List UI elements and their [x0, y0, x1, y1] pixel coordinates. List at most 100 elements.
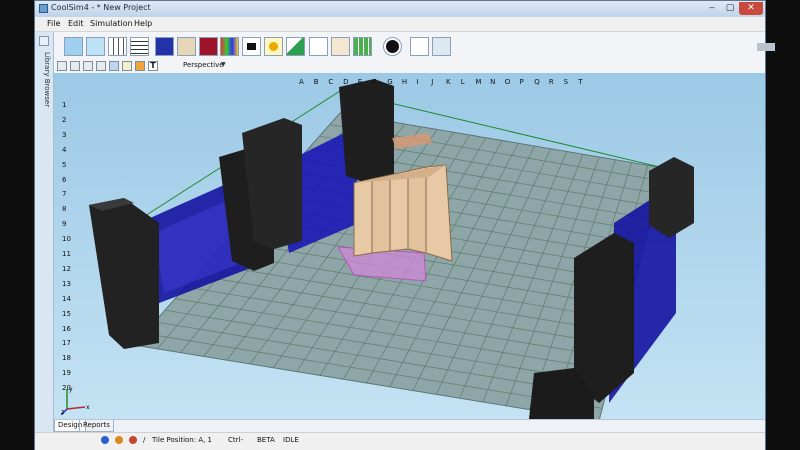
crac-unit-right-back: [649, 157, 694, 238]
status-separator: /: [143, 436, 146, 444]
server-panel-icon[interactable]: [331, 37, 350, 56]
menu-edit[interactable]: Edit: [68, 19, 84, 28]
desktop-background-right: [766, 0, 800, 450]
row-label: 5: [62, 160, 67, 169]
z-axis-label: z: [61, 409, 64, 415]
orange-icon[interactable]: [135, 61, 145, 71]
column-label: M: [475, 78, 482, 86]
tile-position: Tile Position: A, 1: [152, 436, 213, 444]
light-icon[interactable]: [122, 61, 132, 71]
row-label: 19: [62, 369, 71, 378]
menu-help[interactable]: Help: [134, 19, 152, 28]
save-icon[interactable]: [70, 61, 80, 71]
row-label: 12: [62, 264, 71, 273]
menu-file[interactable]: File: [47, 19, 60, 28]
rack-row: [353, 164, 453, 262]
grid-view-icon[interactable]: [108, 37, 127, 56]
title-bar[interactable]: CoolSim4 - * New Project ‒ ▢ ✕: [35, 1, 765, 17]
status-bar: / Tile Position: A, 1 Ctrl- BETA IDLE: [35, 432, 765, 450]
y-axis-label: y: [69, 386, 73, 393]
column-label: N: [490, 78, 496, 86]
row-label: 3: [62, 130, 67, 139]
column-label: K: [446, 78, 451, 86]
column-label: P: [519, 78, 524, 86]
row-label: 6: [62, 175, 67, 184]
rack-2: [371, 174, 391, 254]
split-view-icon[interactable]: [86, 37, 105, 56]
blue-rack-icon[interactable]: [155, 37, 174, 56]
red-rack-icon[interactable]: [199, 37, 218, 56]
grid-chart-icon[interactable]: [286, 37, 305, 56]
home-icon[interactable]: [83, 61, 93, 71]
color-palette-icon[interactable]: [220, 37, 239, 56]
crac-unit-left: [89, 198, 159, 349]
row-label: 18: [62, 354, 71, 363]
single-tile-icon[interactable]: [64, 37, 83, 56]
sun-icon[interactable]: [264, 37, 283, 56]
row-label: 2: [62, 115, 67, 124]
menu-simulation[interactable]: Simulation: [90, 19, 133, 28]
server-list-icon[interactable]: [130, 37, 149, 56]
rack-4: [407, 166, 427, 254]
ctrl-indicator: Ctrl-: [228, 436, 243, 444]
lock-icon[interactable]: [57, 61, 67, 71]
row-label: 13: [62, 279, 71, 288]
column-label: A: [299, 78, 304, 86]
row-label: 10: [62, 235, 71, 244]
row-label: 15: [62, 309, 71, 318]
column-label: H: [401, 78, 408, 86]
view-tabs: Design Reports: [54, 419, 765, 432]
line-chart-icon[interactable]: [410, 37, 429, 56]
column-label: B: [313, 78, 319, 86]
bracket-icon[interactable]: [309, 37, 328, 56]
row-label: 14: [62, 294, 71, 303]
row-label: 17: [62, 339, 71, 348]
chevron-down-icon[interactable]: ▼: [221, 61, 226, 68]
row-label: 11: [62, 250, 71, 258]
column-label: S: [563, 78, 569, 86]
toolbar-overflow-icon[interactable]: [757, 43, 775, 51]
idle-status: IDLE: [283, 436, 299, 444]
crac-unit-back: [339, 79, 394, 185]
clock-icon[interactable]: [383, 37, 402, 56]
row-label: 16: [62, 324, 71, 333]
desktop-background-left: [0, 0, 34, 450]
green-grid-icon[interactable]: [353, 37, 372, 56]
black-box-icon[interactable]: [242, 37, 261, 56]
black-box-glyph: [247, 43, 256, 50]
menu-bar: File Edit Simulation Help: [35, 17, 765, 32]
maximize-button[interactable]: ▢: [721, 2, 739, 15]
beta-badge: BETA: [257, 436, 275, 444]
row-label: 9: [62, 220, 67, 229]
close-button[interactable]: ✕: [739, 2, 763, 15]
x-axis-line: [66, 406, 86, 410]
rack-1: [353, 178, 373, 257]
report-icon[interactable]: [432, 37, 451, 56]
3d-viewport[interactable]: ABCDEFGHIJKLMNOPQRST 1 2 3 4 5 6 7 8 9 10 11 12 13 14…: [54, 73, 765, 419]
column-label: L: [460, 78, 465, 86]
camera-icon[interactable]: [109, 61, 119, 71]
x-axis-label: x: [86, 404, 90, 411]
main-toolbar: [54, 32, 775, 60]
view-mode-dropdown[interactable]: Perspective: [183, 61, 224, 69]
row-label: 7: [62, 190, 67, 199]
clock-face: [386, 40, 399, 53]
door-rack-icon[interactable]: [177, 37, 196, 56]
tab-reports[interactable]: Reports: [79, 420, 114, 432]
app-icon: [39, 4, 48, 13]
row-label: 1: [62, 101, 67, 109]
library-browser-panel[interactable]: Library Browser: [35, 32, 54, 437]
column-label: R: [548, 78, 554, 86]
row-label: 8: [62, 205, 67, 214]
crac-unit-right-front: [574, 233, 634, 403]
column-label: O: [504, 78, 511, 86]
text-icon[interactable]: T: [148, 61, 158, 71]
sun-glyph: [269, 42, 278, 51]
axis-gizmo: x y z: [61, 386, 90, 415]
app-window: CoolSim4 - * New Project ‒ ▢ ✕ File Edit…: [34, 0, 775, 450]
column-label: C: [328, 78, 334, 86]
error-icon: [129, 436, 137, 444]
zoom-fit-icon[interactable]: [96, 61, 106, 71]
library-icon: [39, 36, 49, 46]
minimize-button[interactable]: ‒: [703, 2, 721, 15]
